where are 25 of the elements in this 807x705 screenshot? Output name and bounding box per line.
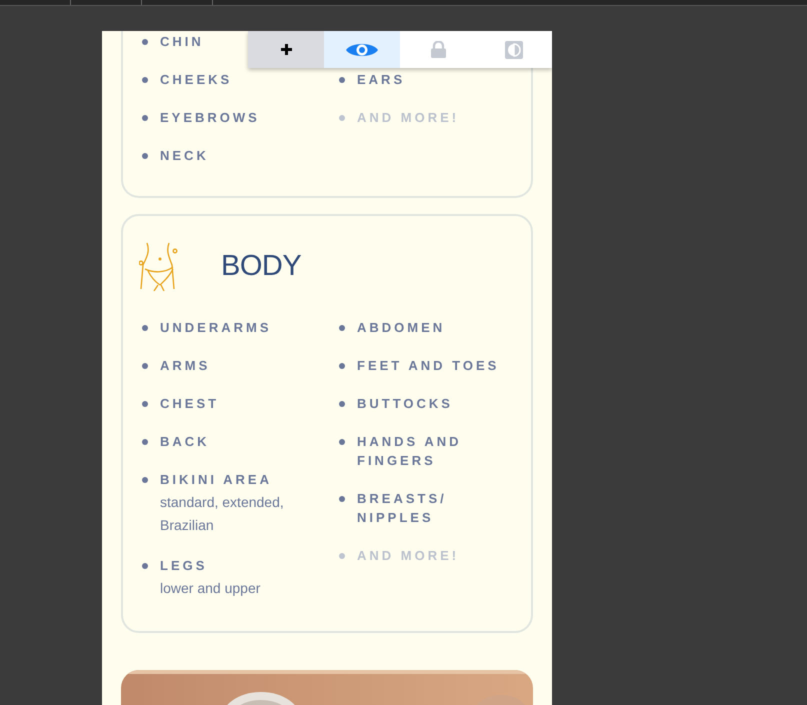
area-label: CHIN <box>160 33 204 51</box>
move-button[interactable] <box>248 31 324 68</box>
area-label: AND MORE! <box>357 109 460 127</box>
area-detail: lower and upper <box>160 579 260 598</box>
area-label: BACK <box>160 433 210 451</box>
lock-icon <box>430 41 446 58</box>
area-label: BUTTOCKS <box>357 395 453 413</box>
area-label: BIKINI AREA <box>160 471 273 489</box>
area-label: LEGS <box>160 557 208 575</box>
area-label: CHEEKS <box>160 71 232 89</box>
area-label: EYEBROWS <box>160 109 260 127</box>
area-label: HANDS AND FINGERS <box>357 433 463 470</box>
plus-icon <box>280 44 292 55</box>
area-label: NECK <box>160 147 209 165</box>
contrast-icon <box>505 40 523 58</box>
section-title: BODY <box>221 250 302 282</box>
area-label: BREASTS/ NIPPLES <box>357 490 448 527</box>
area-label: FEET AND TOES <box>357 357 500 375</box>
area-label: EARS <box>357 71 406 89</box>
area-label: CHEST <box>160 395 220 413</box>
area-label: AND MORE! <box>357 547 460 565</box>
area-label: ABDOMEN <box>357 319 446 337</box>
area-label: ARMS <box>160 357 210 375</box>
area-detail: standard, extended, Brazilian <box>160 493 285 535</box>
area-label: UNDERARMS <box>160 319 272 337</box>
